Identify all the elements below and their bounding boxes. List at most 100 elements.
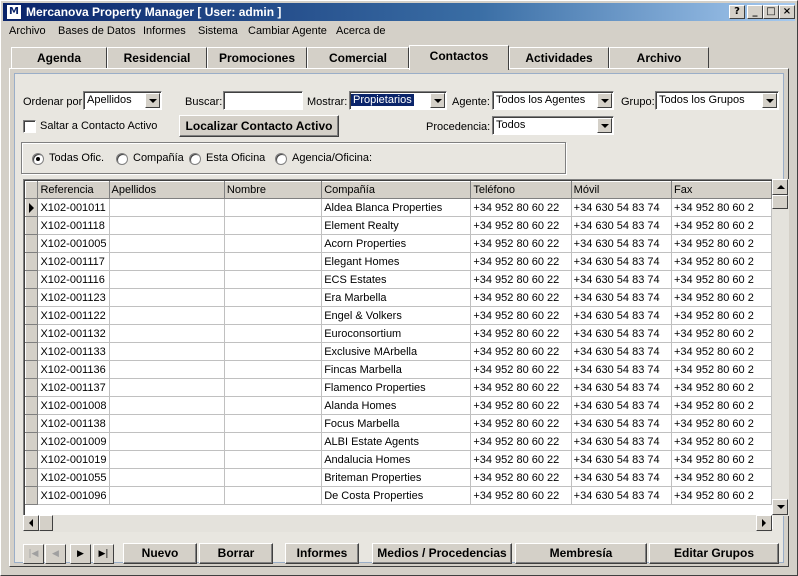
- cell-fax[interactable]: +34 952 80 60 2: [672, 379, 772, 397]
- first-record-button[interactable]: |◀: [23, 544, 44, 564]
- minimize-button[interactable]: _: [747, 5, 763, 19]
- cell-apellidos[interactable]: [109, 451, 224, 469]
- cell-compania[interactable]: Aldea Blanca Properties: [322, 199, 471, 217]
- cell-fax[interactable]: +34 952 80 60 2: [672, 487, 772, 505]
- cell-movil[interactable]: +34 630 54 83 74: [571, 469, 671, 487]
- cell-compania[interactable]: Briteman Properties: [322, 469, 471, 487]
- cell-telefono[interactable]: +34 952 80 60 22: [471, 433, 571, 451]
- next-record-button[interactable]: ▶: [70, 544, 91, 564]
- cell-movil[interactable]: +34 630 54 83 74: [571, 343, 671, 361]
- cell-apellidos[interactable]: [109, 325, 224, 343]
- cell-telefono[interactable]: +34 952 80 60 22: [471, 487, 571, 505]
- row-header[interactable]: [26, 199, 38, 217]
- table-row[interactable]: X102-001133Exclusive MArbella+34 952 80 …: [26, 343, 772, 361]
- cell-telefono[interactable]: +34 952 80 60 22: [471, 379, 571, 397]
- cell-nombre[interactable]: [224, 199, 321, 217]
- cell-fax[interactable]: +34 952 80 60 2: [672, 217, 772, 235]
- cell-nombre[interactable]: [224, 307, 321, 325]
- cell-apellidos[interactable]: [109, 235, 224, 253]
- table-row[interactable]: X102-001011Aldea Blanca Properties+34 95…: [26, 199, 772, 217]
- cell-nombre[interactable]: [224, 289, 321, 307]
- row-header[interactable]: [26, 289, 38, 307]
- cell-referencia[interactable]: X102-001005: [38, 235, 109, 253]
- menu-sistema[interactable]: Sistema: [198, 25, 238, 37]
- cell-movil[interactable]: +34 630 54 83 74: [571, 451, 671, 469]
- cell-referencia[interactable]: X102-001019: [38, 451, 109, 469]
- cell-telefono[interactable]: +34 952 80 60 22: [471, 271, 571, 289]
- cell-fax[interactable]: +34 952 80 60 2: [672, 433, 772, 451]
- cell-referencia[interactable]: X102-001132: [38, 325, 109, 343]
- cell-movil[interactable]: +34 630 54 83 74: [571, 397, 671, 415]
- cell-nombre[interactable]: [224, 217, 321, 235]
- cell-fax[interactable]: +34 952 80 60 2: [672, 235, 772, 253]
- cell-movil[interactable]: +34 630 54 83 74: [571, 253, 671, 271]
- cell-movil[interactable]: +34 630 54 83 74: [571, 433, 671, 451]
- table-row[interactable]: X102-001118Element Realty+34 952 80 60 2…: [26, 217, 772, 235]
- cell-compania[interactable]: Focus Marbella: [322, 415, 471, 433]
- cell-compania[interactable]: De Costa Properties: [322, 487, 471, 505]
- prev-record-button[interactable]: ◀: [45, 544, 66, 564]
- maximize-button[interactable]: □: [763, 5, 779, 19]
- col-fax[interactable]: Fax: [672, 182, 772, 199]
- agente-select[interactable]: Todos los Agentes: [492, 91, 614, 110]
- cell-compania[interactable]: Engel & Volkers: [322, 307, 471, 325]
- tab-actividades[interactable]: Actividades: [509, 47, 609, 69]
- menu-acerca-de[interactable]: Acerca de: [336, 25, 386, 37]
- cell-apellidos[interactable]: [109, 343, 224, 361]
- col-nombre[interactable]: Nombre: [224, 182, 321, 199]
- col-movil[interactable]: Móvil: [571, 182, 671, 199]
- row-header[interactable]: [26, 469, 38, 487]
- cell-movil[interactable]: +34 630 54 83 74: [571, 199, 671, 217]
- col-referencia[interactable]: Referencia: [38, 182, 109, 199]
- cell-fax[interactable]: +34 952 80 60 2: [672, 271, 772, 289]
- cell-referencia[interactable]: X102-001055: [38, 469, 109, 487]
- cell-telefono[interactable]: +34 952 80 60 22: [471, 361, 571, 379]
- table-row[interactable]: X102-001138Focus Marbella+34 952 80 60 2…: [26, 415, 772, 433]
- table-row[interactable]: X102-001122Engel & Volkers+34 952 80 60 …: [26, 307, 772, 325]
- cell-referencia[interactable]: X102-001133: [38, 343, 109, 361]
- cell-nombre[interactable]: [224, 379, 321, 397]
- radio-compania[interactable]: [116, 153, 128, 165]
- informes-button[interactable]: Informes: [285, 543, 359, 564]
- cell-apellidos[interactable]: [109, 379, 224, 397]
- cell-apellidos[interactable]: [109, 289, 224, 307]
- row-header[interactable]: [26, 307, 38, 325]
- mostrar-select[interactable]: Propietarios: [349, 91, 447, 110]
- table-row[interactable]: X102-001117Elegant Homes+34 952 80 60 22…: [26, 253, 772, 271]
- cell-movil[interactable]: +34 630 54 83 74: [571, 235, 671, 253]
- cell-telefono[interactable]: +34 952 80 60 22: [471, 451, 571, 469]
- chevron-down-icon[interactable]: [430, 93, 445, 108]
- row-header[interactable]: [26, 487, 38, 505]
- grupo-select[interactable]: Todos los Grupos: [655, 91, 779, 110]
- cell-movil[interactable]: +34 630 54 83 74: [571, 487, 671, 505]
- cell-compania[interactable]: Era Marbella: [322, 289, 471, 307]
- scroll-left-button[interactable]: [23, 515, 39, 531]
- cell-apellidos[interactable]: [109, 361, 224, 379]
- editar-grupos-button[interactable]: Editar Grupos: [649, 543, 779, 564]
- cell-telefono[interactable]: +34 952 80 60 22: [471, 469, 571, 487]
- close-button[interactable]: ×: [779, 5, 795, 19]
- menu-archivo[interactable]: Archivo: [9, 25, 46, 37]
- procedencia-select[interactable]: Todos: [492, 116, 614, 135]
- cell-compania[interactable]: Flamenco Properties: [322, 379, 471, 397]
- menu-informes[interactable]: Informes: [143, 25, 186, 37]
- radio-todas-ofic[interactable]: [32, 153, 44, 165]
- table-row[interactable]: X102-001055Briteman Properties+34 952 80…: [26, 469, 772, 487]
- cell-referencia[interactable]: X102-001009: [38, 433, 109, 451]
- chevron-down-icon[interactable]: [597, 93, 612, 108]
- cell-nombre[interactable]: [224, 253, 321, 271]
- cell-fax[interactable]: +34 952 80 60 2: [672, 451, 772, 469]
- vertical-scrollbar[interactable]: [772, 179, 789, 516]
- cell-nombre[interactable]: [224, 271, 321, 289]
- cell-nombre[interactable]: [224, 235, 321, 253]
- tab-agenda[interactable]: Agenda: [11, 47, 107, 69]
- cell-movil[interactable]: +34 630 54 83 74: [571, 289, 671, 307]
- cell-movil[interactable]: +34 630 54 83 74: [571, 325, 671, 343]
- cell-movil[interactable]: +34 630 54 83 74: [571, 379, 671, 397]
- cell-apellidos[interactable]: [109, 217, 224, 235]
- cell-fax[interactable]: +34 952 80 60 2: [672, 469, 772, 487]
- cell-referencia[interactable]: X102-001008: [38, 397, 109, 415]
- cell-compania[interactable]: Fincas Marbella: [322, 361, 471, 379]
- row-header[interactable]: [26, 343, 38, 361]
- cell-referencia[interactable]: X102-001118: [38, 217, 109, 235]
